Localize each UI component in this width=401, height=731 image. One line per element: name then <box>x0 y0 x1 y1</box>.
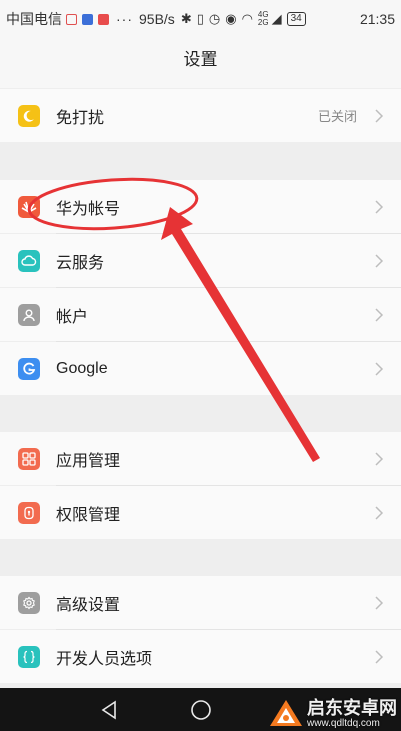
carrier-label: 中国电信 <box>6 11 62 27</box>
settings-item-advanced-settings[interactable]: 高级设置 <box>0 576 401 629</box>
chevron-right-icon <box>375 595 384 610</box>
chevron-right-icon <box>375 649 384 664</box>
user-icon <box>18 303 40 326</box>
sports-app-icon <box>82 13 93 25</box>
chevron-right-icon <box>375 199 384 214</box>
more-notifications-icon: ··· <box>116 11 133 27</box>
item-label: 云服务 <box>56 254 105 272</box>
item-label: 开发人员选项 <box>56 650 153 668</box>
chevron-right-icon <box>375 253 384 268</box>
shield-icon <box>18 501 40 524</box>
chevron-right-icon <box>375 307 384 322</box>
signal-icon: ◢ <box>271 11 282 26</box>
lock-app-icon <box>98 13 109 25</box>
item-label: 华为帐号 <box>56 200 121 218</box>
vibrate-icon: ▯ <box>196 11 204 26</box>
chevron-right-icon <box>375 451 384 466</box>
chevron-right-icon <box>375 505 384 520</box>
settings-item-cloud-service[interactable]: 云服务 <box>0 234 401 287</box>
settings-item-developer-options[interactable]: 开发人员选项 <box>0 630 401 683</box>
gear-icon <box>18 591 40 614</box>
huawei-icon <box>18 195 40 218</box>
settings-item-huawei-account[interactable]: 华为帐号 <box>0 180 401 233</box>
chevron-right-icon <box>375 108 384 123</box>
google-icon <box>18 357 40 380</box>
item-label: 高级设置 <box>56 596 121 614</box>
back-icon[interactable] <box>100 700 120 720</box>
clock: 21:35 <box>359 11 395 27</box>
wifi-icon: ◠ <box>241 11 253 26</box>
item-label: Google <box>56 359 108 377</box>
braces-icon <box>18 645 40 668</box>
cloud-icon <box>18 249 40 272</box>
status-bar: 中国电信 ··· 95B/s ✱ ▯ ◷ ◉ ◠ 4G 2G ◢ 34 21:3… <box>0 0 401 38</box>
settings-item-app-management[interactable]: 应用管理 <box>0 432 401 485</box>
page-title: 设置 <box>183 50 218 69</box>
eye-comfort-icon: ◉ <box>225 11 237 26</box>
status-value: 已关闭 <box>317 109 357 124</box>
settings-item-permission-management[interactable]: 权限管理 <box>0 486 401 539</box>
item-label: 权限管理 <box>56 506 121 524</box>
item-label: 免打扰 <box>56 109 105 127</box>
settings-item-accounts[interactable]: 帐户 <box>0 288 401 341</box>
watermark: 启东安卓网 www.qdltdq.com <box>268 699 397 729</box>
moon-icon <box>18 104 40 127</box>
page-header: 设置 <box>0 38 401 88</box>
settings-item-google[interactable]: Google <box>0 342 401 395</box>
battery-indicator: 34 <box>286 12 306 26</box>
network-type: 4G 2G <box>257 10 269 27</box>
watermark-name: 启东安卓网 <box>307 698 397 718</box>
apps-icon <box>18 447 40 470</box>
chevron-right-icon <box>375 361 384 376</box>
settings-item-do-not-disturb[interactable]: 免打扰 已关闭 <box>0 89 401 142</box>
watermark-logo-icon <box>270 700 302 726</box>
notification-icon <box>66 13 77 25</box>
home-icon[interactable] <box>190 699 212 721</box>
watermark-url: www.qdltdq.com <box>307 718 380 729</box>
item-label: 帐户 <box>56 308 89 326</box>
alarm-icon: ◷ <box>208 11 221 26</box>
item-label: 应用管理 <box>56 452 121 470</box>
bluetooth-icon: ✱ <box>180 11 192 26</box>
network-speed: 95B/s <box>139 11 175 27</box>
